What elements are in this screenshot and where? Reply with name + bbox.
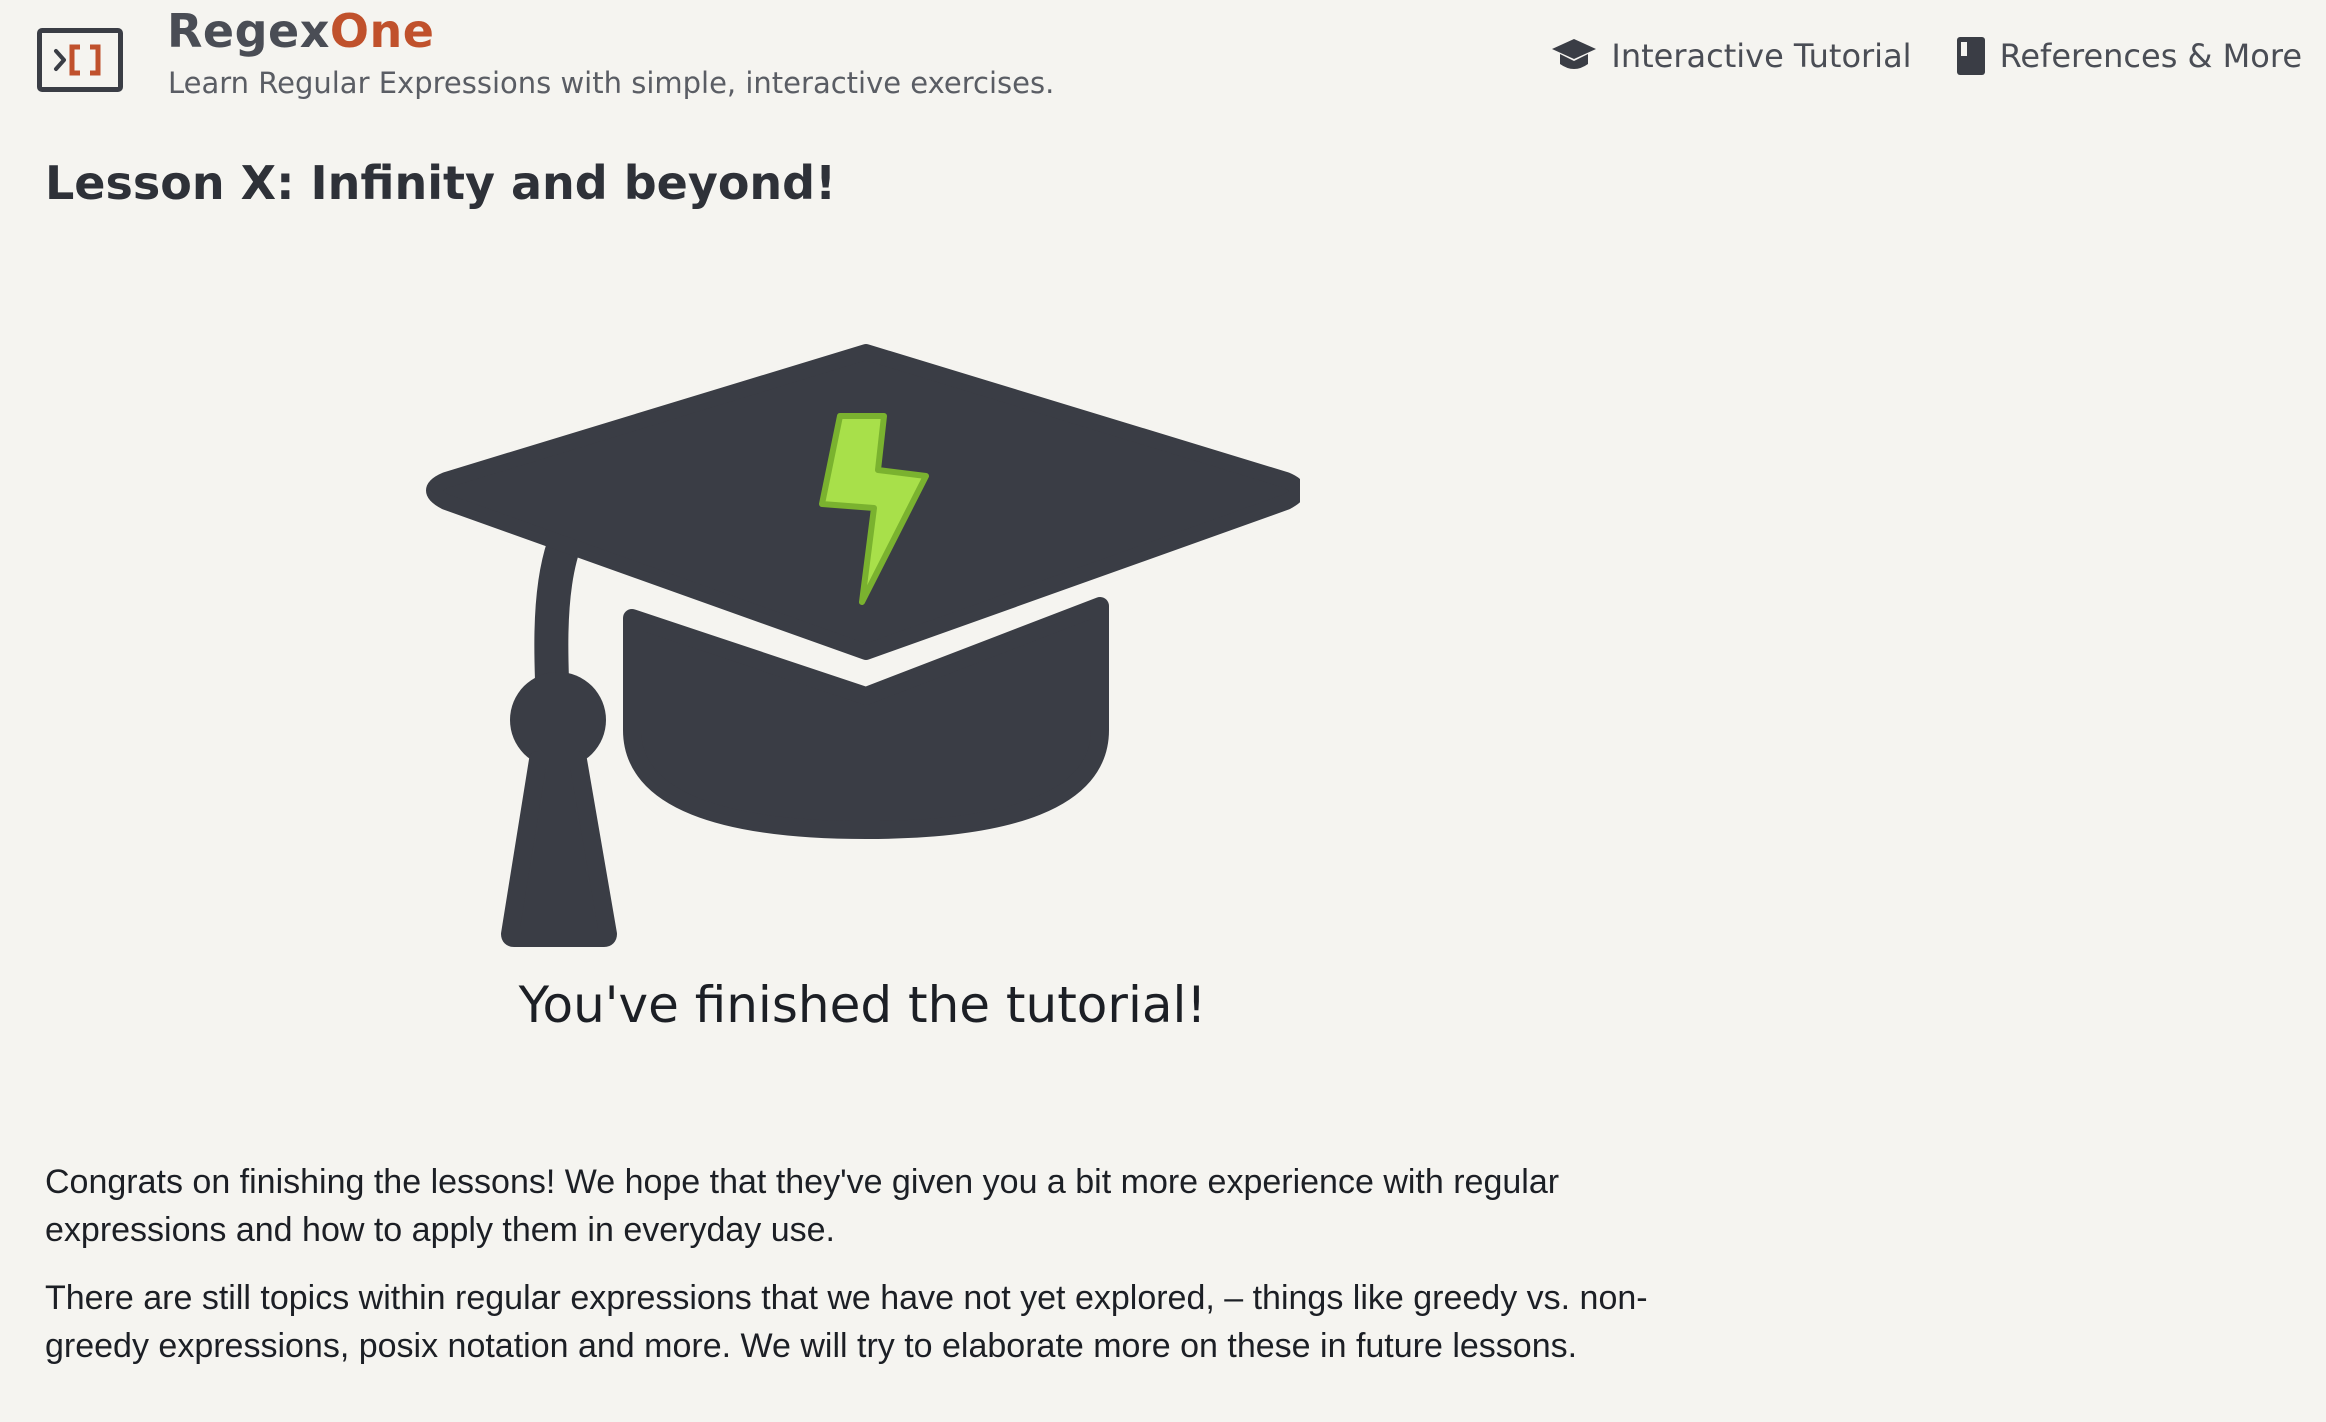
tagline: Learn Regular Expressions with simple, i… — [168, 66, 1055, 100]
brand-name[interactable]: RegexOne — [167, 8, 434, 54]
nav-interactive-tutorial[interactable]: Interactive Tutorial — [1551, 36, 1912, 76]
nav-references-more-label: References & More — [1999, 37, 2302, 75]
nav-references-more[interactable]: References & More — [1956, 36, 2302, 76]
book-icon — [1956, 37, 1985, 75]
top-nav: Interactive Tutorial References & More — [1551, 36, 2302, 76]
congrats-paragraph: Congrats on finishing the lessons! We ho… — [45, 1163, 1560, 1249]
topics-paragraph: There are still topics within regular ex… — [45, 1279, 1648, 1365]
tassel — [501, 751, 617, 947]
finished-heading: You've finished the tutorial! — [518, 976, 1207, 1034]
nav-interactive-tutorial-label: Interactive Tutorial — [1611, 37, 1912, 75]
brand-accent: One — [329, 4, 435, 58]
regex-terminal-icon — [54, 44, 101, 76]
lesson-title: Lesson X: Infinity and beyond! — [45, 156, 837, 210]
graduation-cap-lightning-icon — [426, 344, 1300, 947]
logo[interactable] — [37, 28, 123, 92]
graduation-cap-icon — [1552, 39, 1597, 69]
brand-primary: Regex — [167, 4, 330, 58]
lesson-body: Congrats on finishing the lessons! We ho… — [45, 1158, 1685, 1390]
